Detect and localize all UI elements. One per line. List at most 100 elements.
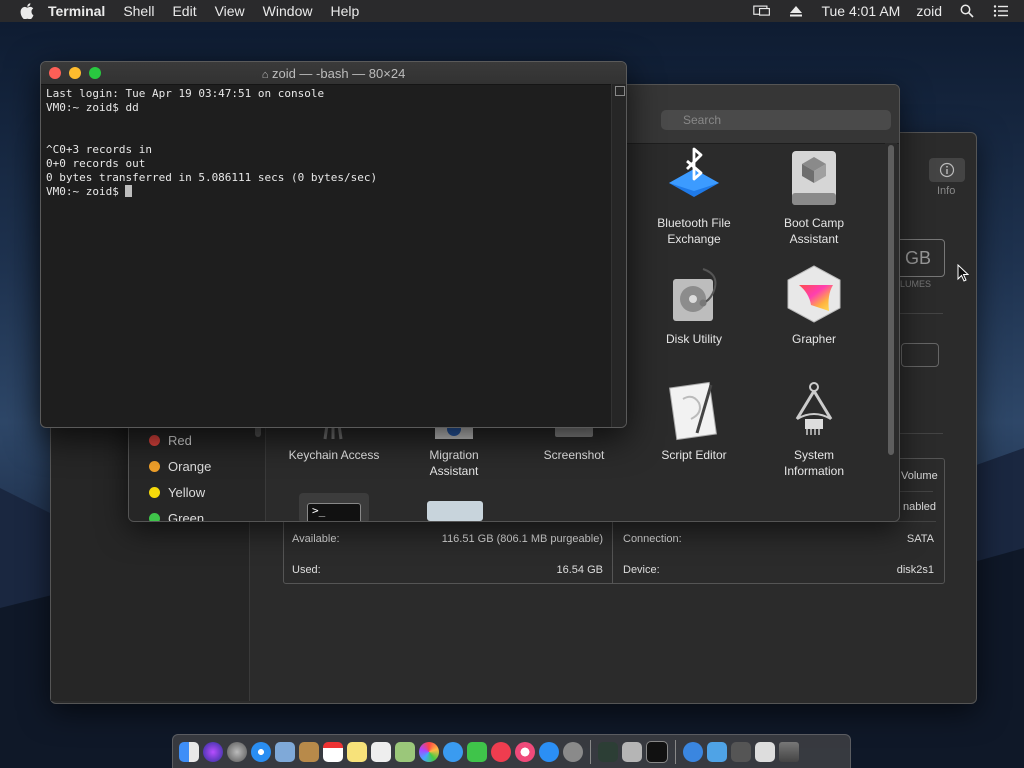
terminal-dock-icon[interactable] [646,740,668,763]
terminal-line: ^C0+3 records in [46,143,152,156]
grapher-icon [787,265,841,323]
app-bluetooth-file-exchange[interactable]: Bluetooth File Exchange [639,147,749,247]
trash-dock-icon[interactable] [779,741,799,762]
applications-folder-dock-icon[interactable] [683,741,703,762]
yellow-tag-dot [149,487,160,498]
orange-tag-dot [149,461,160,472]
device-value: disk2s1 [896,564,934,576]
eject-icon[interactable] [787,4,805,18]
app-label: Script Editor [661,448,727,462]
messages-dock-icon[interactable] [443,741,463,762]
launchpad-dock-icon[interactable] [227,741,247,762]
terminal-window[interactable]: ⌂ zoid — -bash — 80×24 Last login: Tue A… [40,61,627,428]
green-tag-dot [149,513,160,521]
app-label: Migration [429,448,479,462]
disk-utility-icon [673,268,717,321]
app-label: System [793,448,834,462]
script-editor-icon [669,381,717,441]
home-folder-icon: ⌂ [261,69,269,81]
app-boot-camp-assistant[interactable]: Boot Camp Assistant [759,147,869,247]
finder-dock-icon[interactable] [179,741,199,762]
notes-dock-icon[interactable] [347,741,367,762]
file-stack-dock-icon[interactable] [755,741,775,762]
bluetooth-icon [669,147,719,197]
menu-help[interactable]: Help [330,3,359,19]
maps-dock-icon[interactable] [395,741,415,762]
scrollbar-thumb[interactable] [888,145,894,455]
news-dock-icon[interactable] [491,741,511,762]
notification-center-icon[interactable] [992,4,1010,18]
display-mirroring-icon[interactable] [753,4,771,18]
tag-label: Red [168,433,192,448]
dock-separator [590,739,591,764]
dock [172,734,851,768]
finder-scrollbar[interactable] [885,143,897,521]
siri-dock-icon[interactable] [203,741,223,762]
app-store-dock-icon[interactable] [539,741,559,762]
menu-user[interactable]: zoid [916,3,942,19]
tag-green[interactable]: Green [149,511,205,522]
app-disk-utility[interactable]: Disk Utility [639,263,749,347]
app-label: Assistant [429,464,479,478]
mouse-pointer-icon [957,264,969,282]
app-label: Exchange [667,232,721,246]
app-label: Disk Utility [666,332,722,346]
terminal-line: VM0:~ zoid$ dd [46,101,139,114]
contacts-dock-icon[interactable] [299,741,319,762]
apple-menu-icon[interactable] [20,3,34,19]
connection-value: SATA [906,533,934,545]
tag-yellow[interactable]: Yellow [149,485,205,500]
menu-shell[interactable]: Shell [123,3,154,19]
connection-label: Connection: [623,533,682,545]
audio-midi-setup-icon[interactable] [427,501,483,521]
info-label: Info [937,185,956,197]
system-preferences-dock-icon[interactable] [563,741,583,762]
system-information-icon [795,382,833,435]
app-terminal[interactable]: >_ [299,493,369,521]
calendar-dock-icon[interactable] [323,741,343,762]
usage-bar [901,343,939,367]
terminal-cursor [125,185,133,197]
activity-monitor-dock-icon[interactable] [598,741,618,762]
terminal-output[interactable]: Last login: Tue Apr 19 03:47:51 on conso… [41,84,611,427]
terminal-scrollbar[interactable] [611,84,626,427]
app-label: Grapher [791,332,837,346]
split-pane-icon[interactable] [615,86,625,96]
safari-dock-icon[interactable] [251,741,271,762]
menu-clock[interactable]: Tue 4:01 AM [821,3,900,19]
info-icon [939,162,955,178]
terminal-prompt: VM0:~ zoid$ [46,185,126,198]
tag-red[interactable]: Red [149,433,192,448]
info-button[interactable] [929,158,965,182]
tag-orange[interactable]: Orange [149,459,211,474]
menu-view[interactable]: View [215,3,245,19]
mail-dock-icon[interactable] [275,741,295,762]
available-label: Available: [292,533,340,545]
tag-label: Green [168,511,205,522]
menu-window[interactable]: Window [263,3,313,19]
app-script-editor[interactable]: Script Editor [639,379,749,463]
terminal-line: 0+0 records out [46,157,146,170]
menu-edit[interactable]: Edit [172,3,196,19]
terminal-line: Last login: Tue Apr 19 03:47:51 on conso… [46,87,325,100]
app-label: Keychain Access [288,448,380,462]
app-system-information[interactable]: System Information [759,379,869,479]
app-label: Information [783,464,845,478]
music-dock-icon[interactable] [515,741,535,762]
terminal-app-icon: >_ [307,503,361,521]
downloads-stack-dock-icon[interactable] [731,741,751,762]
documents-folder-dock-icon[interactable] [707,741,727,762]
disk-utility-dock-icon[interactable] [622,741,642,762]
facetime-dock-icon[interactable] [467,741,487,762]
menu-bar: Terminal Shell Edit View Window Help Tue… [0,0,1024,22]
menu-app-name[interactable]: Terminal [48,3,105,19]
tag-label: Orange [168,459,212,474]
search-input[interactable]: Search [661,110,891,130]
boot-camp-icon [792,151,836,205]
available-value: 116.51 GB (806.1 MB purgeable) [441,533,603,545]
app-grapher[interactable]: Grapher [759,263,869,347]
spotlight-search-icon[interactable] [958,4,976,18]
reminders-dock-icon[interactable] [371,741,391,762]
photos-dock-icon[interactable] [419,741,439,762]
terminal-titlebar[interactable]: ⌂ zoid — -bash — 80×24 [41,62,626,85]
